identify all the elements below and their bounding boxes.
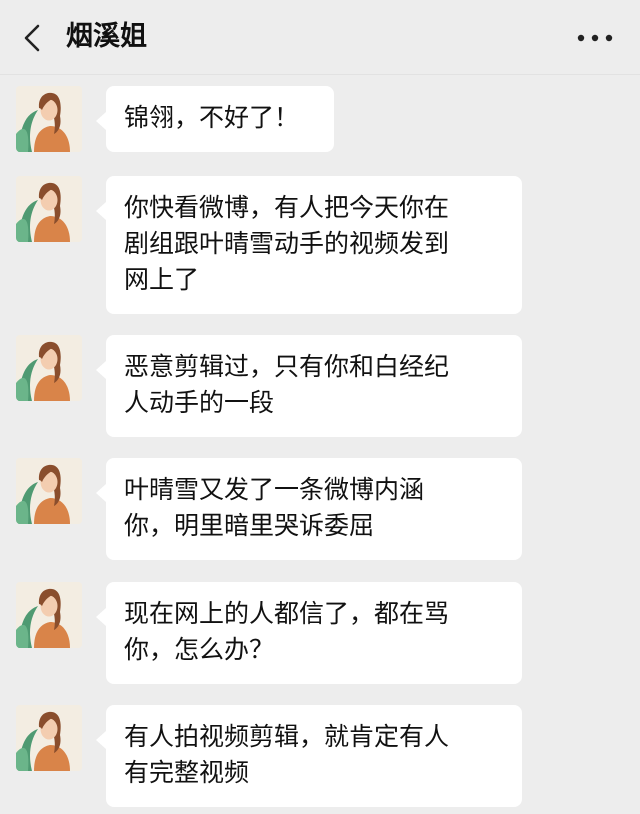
chevron-left-icon	[24, 24, 40, 52]
message-text: 你，怎么办？	[124, 635, 275, 664]
avatar[interactable]	[16, 582, 82, 648]
message-text: 锦翎，不好了！	[124, 103, 300, 132]
message-bubble[interactable]: 有人拍视频剪辑，就肯定有人 有完整视频	[96, 705, 522, 807]
back-button[interactable]	[14, 20, 50, 56]
more-button[interactable]	[572, 20, 618, 56]
avatar-portrait-icon	[16, 705, 82, 771]
avatar-portrait-icon	[16, 582, 82, 648]
message-text: 叶晴雪又发了一条微博内涵	[124, 475, 425, 504]
avatar-portrait-icon	[16, 458, 82, 524]
message-bubble[interactable]: 恶意剪辑过，只有你和白经纪 人动手的一段	[96, 335, 522, 437]
message-bubble[interactable]: 你快看微博，有人把今天你在 剧组跟叶晴雪动手的视频发到 网上了	[96, 176, 522, 314]
avatar-portrait-icon	[16, 335, 82, 401]
avatar-portrait-icon	[16, 86, 82, 152]
avatar[interactable]	[16, 335, 82, 401]
avatar-portrait-icon	[16, 176, 82, 242]
message-text: 有完整视频	[124, 758, 250, 787]
chat-title: 烟溪姐	[66, 21, 147, 52]
message-text: 人动手的一段	[124, 388, 275, 417]
avatar[interactable]	[16, 176, 82, 242]
chat-header: 烟溪姐	[0, 0, 640, 75]
message-text: 现在网上的人都信了，都在骂	[124, 599, 450, 628]
avatar[interactable]	[16, 705, 82, 771]
message-bubble[interactable]: 现在网上的人都信了，都在骂 你，怎么办？	[96, 582, 522, 684]
message-bubble[interactable]: 叶晴雪又发了一条微博内涵 你，明里暗里哭诉委屈	[96, 458, 522, 560]
message-text: 有人拍视频剪辑，就肯定有人	[124, 722, 450, 751]
message-text: 你快看微博，有人把今天你在	[124, 193, 450, 222]
avatar[interactable]	[16, 86, 82, 152]
message-text: 剧组跟叶晴雪动手的视频发到	[124, 229, 450, 258]
avatar[interactable]	[16, 458, 82, 524]
message-text: 恶意剪辑过，只有你和白经纪	[124, 352, 450, 381]
more-horizontal-icon	[577, 34, 613, 42]
message-bubble[interactable]: 锦翎，不好了！	[96, 86, 334, 152]
message-text: 网上了	[124, 265, 200, 294]
message-text: 你，明里暗里哭诉委屈	[124, 511, 375, 540]
